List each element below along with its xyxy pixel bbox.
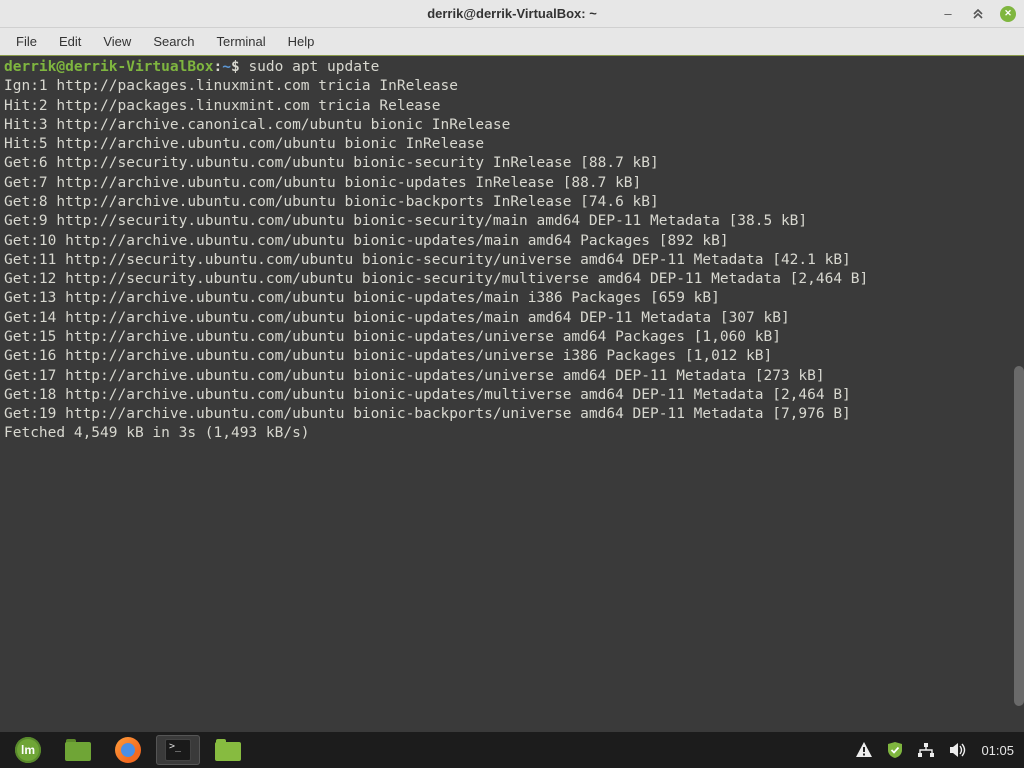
system-tray: 01:05: [855, 741, 1018, 759]
output-line: Hit:2 http://packages.linuxmint.com tric…: [4, 98, 441, 114]
output-line: Get:12 http://security.ubuntu.com/ubuntu…: [4, 271, 868, 287]
scrollbar-thumb[interactable]: [1014, 366, 1024, 706]
menu-terminal[interactable]: Terminal: [207, 30, 276, 53]
menu-search[interactable]: Search: [143, 30, 204, 53]
menu-help[interactable]: Help: [278, 30, 325, 53]
output-line: Get:7 http://archive.ubuntu.com/ubuntu b…: [4, 175, 641, 191]
files-launcher[interactable]: [206, 735, 250, 765]
output-line: Hit:5 http://archive.ubuntu.com/ubuntu b…: [4, 136, 484, 152]
output-line: Ign:1 http://packages.linuxmint.com tric…: [4, 78, 458, 94]
firefox-launcher[interactable]: [106, 735, 150, 765]
terminal-window: derrik@derrik-VirtualBox: ~ – File Edit …: [0, 0, 1024, 732]
titlebar[interactable]: derrik@derrik-VirtualBox: ~ –: [0, 0, 1024, 28]
output-line: Get:14 http://archive.ubuntu.com/ubuntu …: [4, 310, 790, 326]
prompt-user-host: derrik@derrik-VirtualBox: [4, 59, 214, 75]
terminal-output[interactable]: derrik@derrik-VirtualBox:~$ sudo apt upd…: [0, 56, 1024, 732]
prompt-command: sudo apt update: [248, 59, 379, 75]
prompt-path: ~: [222, 59, 231, 75]
output-line: Get:10 http://archive.ubuntu.com/ubuntu …: [4, 233, 729, 249]
show-desktop-button[interactable]: [56, 735, 100, 765]
prompt-colon: :: [214, 59, 223, 75]
taskbar: lm >_ 01:05: [0, 732, 1024, 768]
menu-edit[interactable]: Edit: [49, 30, 91, 53]
close-button[interactable]: [1000, 6, 1016, 22]
update-warning-icon[interactable]: [855, 741, 873, 759]
output-line: Get:18 http://archive.ubuntu.com/ubuntu …: [4, 387, 851, 403]
taskbar-left: lm >_: [6, 735, 250, 765]
output-line: Get:19 http://archive.ubuntu.com/ubuntu …: [4, 406, 851, 422]
output-line: Get:6 http://security.ubuntu.com/ubuntu …: [4, 155, 659, 171]
maximize-button[interactable]: [970, 6, 986, 22]
clock[interactable]: 01:05: [981, 743, 1018, 758]
output-line: Get:8 http://archive.ubuntu.com/ubuntu b…: [4, 194, 659, 210]
folder-icon: [215, 739, 241, 761]
firefox-icon: [115, 737, 141, 763]
desktop-icon: [65, 739, 91, 761]
output-line: Get:13 http://archive.ubuntu.com/ubuntu …: [4, 290, 720, 306]
mint-logo-icon: lm: [15, 737, 41, 763]
output-line: Fetched 4,549 kB in 3s (1,493 kB/s): [4, 425, 310, 441]
network-icon[interactable]: [917, 742, 935, 758]
output-line: Get:11 http://security.ubuntu.com/ubuntu…: [4, 252, 851, 268]
shield-icon[interactable]: [887, 741, 903, 759]
menu-button[interactable]: lm: [6, 735, 50, 765]
window-title: derrik@derrik-VirtualBox: ~: [427, 6, 597, 21]
output-line: Get:16 http://archive.ubuntu.com/ubuntu …: [4, 348, 772, 364]
terminal-icon: >_: [165, 739, 191, 761]
menubar: File Edit View Search Terminal Help: [0, 28, 1024, 56]
prompt-dollar: $: [231, 59, 240, 75]
output-line: Get:17 http://archive.ubuntu.com/ubuntu …: [4, 368, 825, 384]
minimize-button[interactable]: –: [940, 6, 956, 22]
menu-file[interactable]: File: [6, 30, 47, 53]
output-line: Hit:3 http://archive.canonical.com/ubunt…: [4, 117, 510, 133]
volume-icon[interactable]: [949, 742, 967, 758]
window-controls: –: [940, 0, 1016, 27]
menu-view[interactable]: View: [93, 30, 141, 53]
terminal-task[interactable]: >_: [156, 735, 200, 765]
output-line: Get:15 http://archive.ubuntu.com/ubuntu …: [4, 329, 781, 345]
output-line: Get:9 http://security.ubuntu.com/ubuntu …: [4, 213, 807, 229]
